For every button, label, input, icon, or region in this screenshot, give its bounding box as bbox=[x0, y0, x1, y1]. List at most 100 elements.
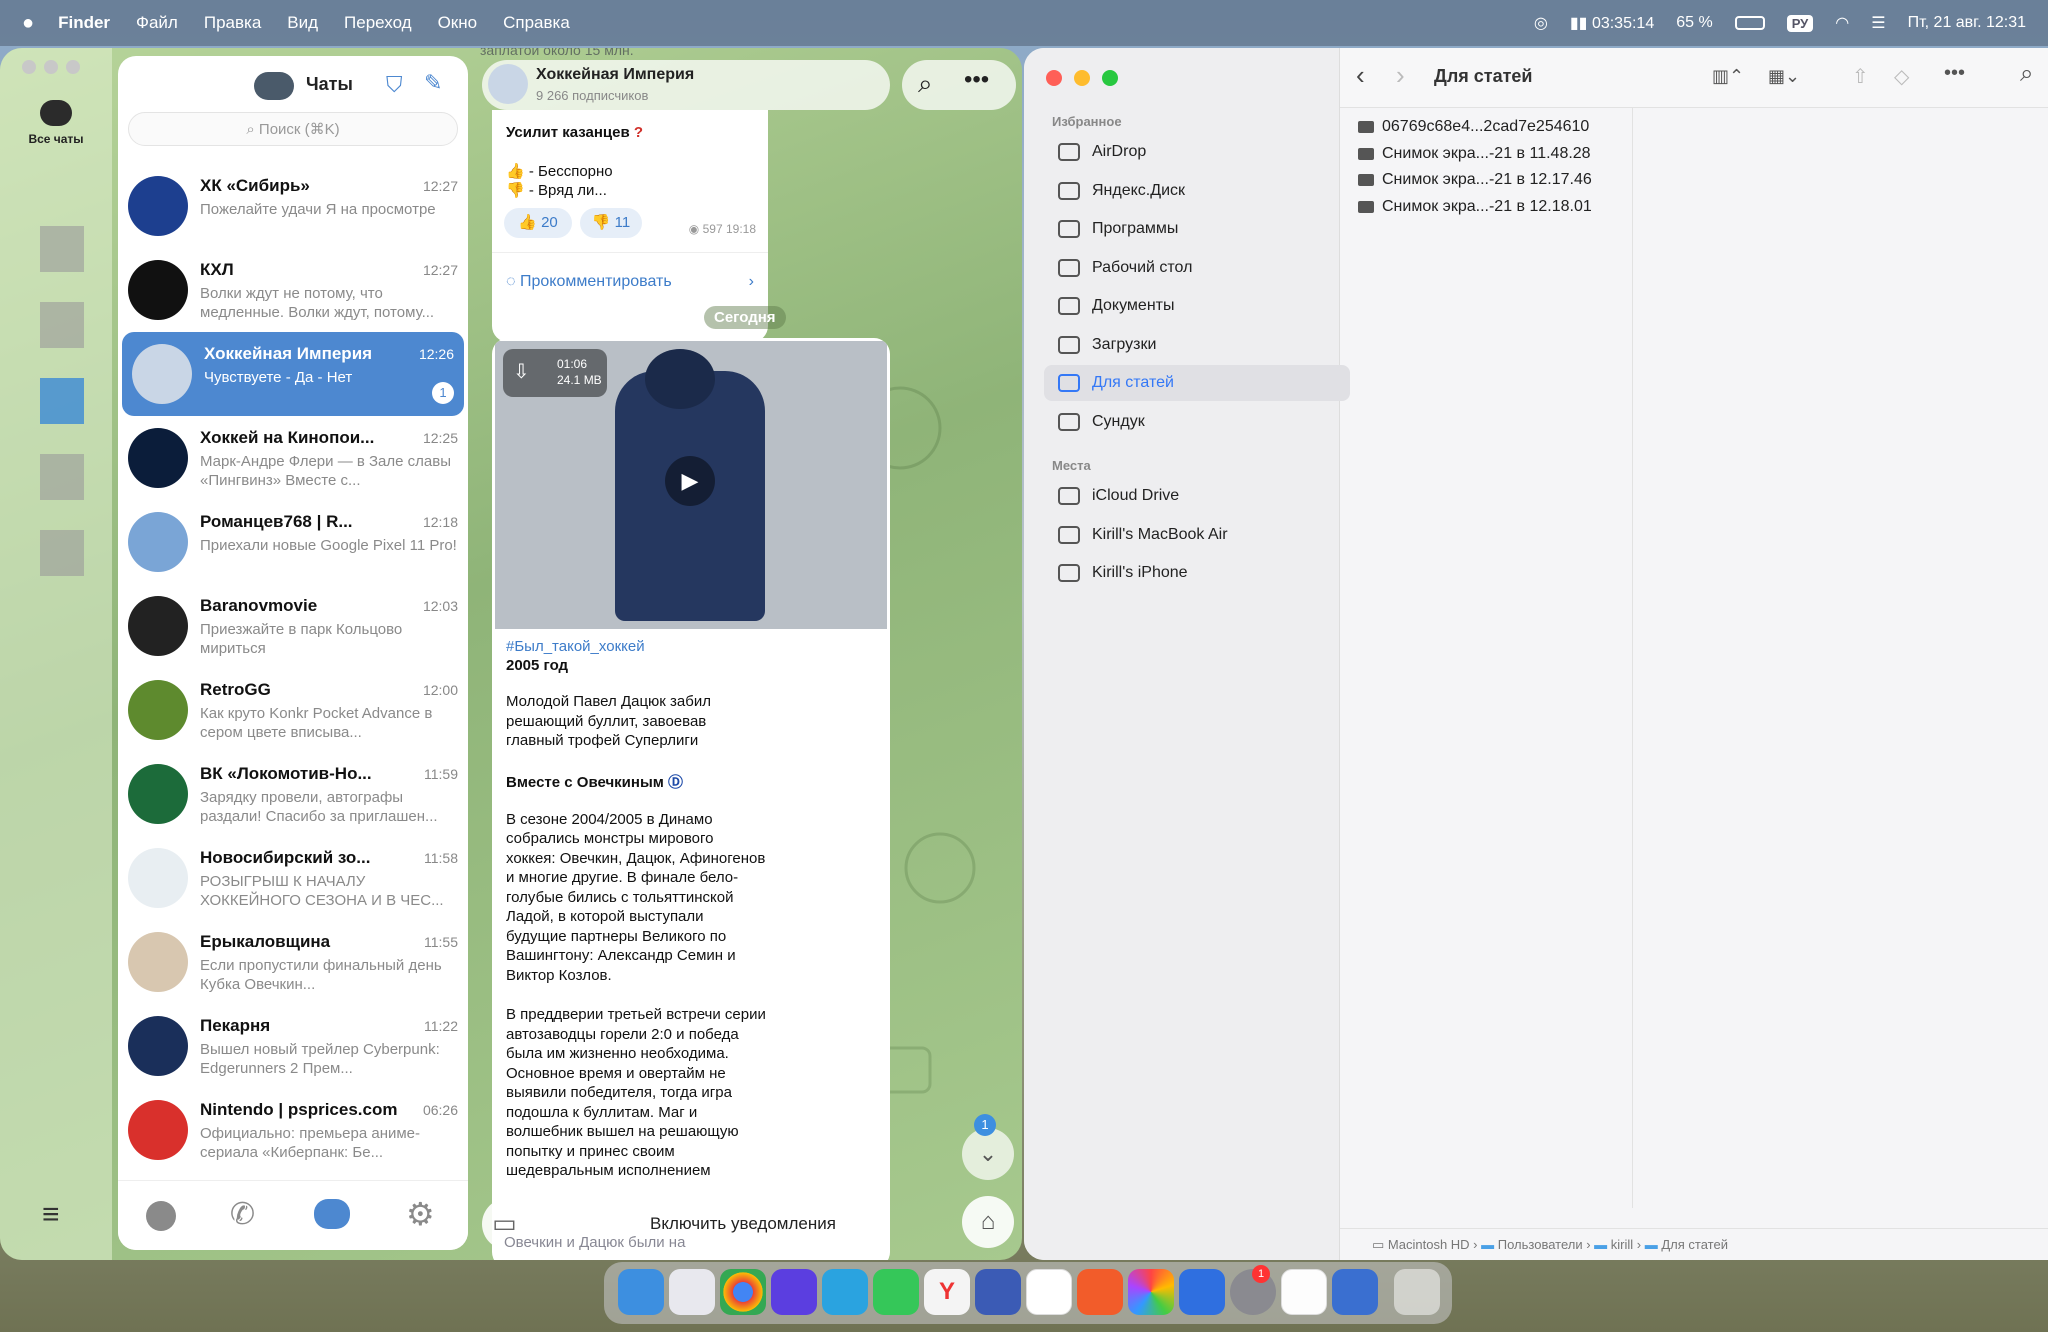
chatgpt-app-icon[interactable] bbox=[1026, 1269, 1072, 1315]
telegram-app-icon[interactable] bbox=[822, 1269, 868, 1315]
more-icon[interactable]: ••• bbox=[964, 66, 989, 94]
folder-item-blurred[interactable] bbox=[40, 530, 84, 576]
menu-help[interactable]: Справка bbox=[503, 13, 570, 33]
chat-row[interactable]: Романцев768 | R... 12:18 Приехали новые Go… bbox=[118, 500, 468, 584]
chat-row[interactable]: Хоккейная Империя 12:26 Чувствуете - Да - … bbox=[122, 332, 464, 416]
yandex-browser-app-icon[interactable]: Y bbox=[924, 1269, 970, 1315]
apple-icon[interactable]: ● bbox=[22, 12, 34, 35]
menu-app-name[interactable]: Finder bbox=[58, 13, 110, 33]
notes-app-icon[interactable] bbox=[975, 1269, 1021, 1315]
battery-time[interactable]: ▮▮ 03:35:14 bbox=[1570, 13, 1654, 33]
close-button[interactable] bbox=[1046, 70, 1062, 86]
chat-row[interactable]: ХК «Сибирь» 12:27 Пожелайте удачи Я на про… bbox=[118, 164, 468, 248]
search-icon[interactable]: ⌕ bbox=[2020, 60, 2033, 88]
chat-row[interactable]: Baranovmovie 12:03 Приезжайте в парк Кольц… bbox=[118, 584, 468, 668]
minimize-button[interactable] bbox=[44, 60, 58, 74]
share-icon[interactable]: ⇧ bbox=[1852, 64, 1869, 89]
path-disk[interactable]: ▭ Macintosh HD bbox=[1372, 1237, 1470, 1252]
column-view-icon[interactable]: ▥⌃ bbox=[1712, 66, 1744, 87]
contacts-tab-icon[interactable] bbox=[146, 1201, 176, 1231]
input-source[interactable]: РУ bbox=[1786, 14, 1814, 32]
video-info-badge[interactable]: ⇩ 01:06 24.1 MB bbox=[503, 349, 607, 397]
channel-header[interactable]: Хоккейная Империя 9 266 подписчиков bbox=[482, 60, 890, 110]
tag-icon[interactable]: ◇ bbox=[1894, 64, 1909, 89]
sidebar-item[interactable]: Документы bbox=[1044, 288, 1350, 324]
discord-app-icon[interactable] bbox=[771, 1269, 817, 1315]
file-item[interactable]: Снимок экра...-21 в 12.18.01 bbox=[1358, 198, 1592, 216]
trash-icon[interactable] bbox=[1394, 1269, 1440, 1315]
settings-sliders-icon[interactable]: ≡ bbox=[42, 1198, 60, 1232]
group-icon[interactable]: ▦⌄ bbox=[1768, 66, 1800, 87]
menu-clock[interactable]: Пт, 21 авг. 12:31 bbox=[1908, 14, 2026, 32]
folder-item-blurred[interactable] bbox=[40, 454, 84, 500]
preview-app-icon[interactable] bbox=[1281, 1269, 1327, 1315]
chat-row[interactable]: ВК «Локомотив-Но... 11:59 Зарядку провели,… bbox=[118, 752, 468, 836]
story-avatars[interactable] bbox=[254, 72, 294, 100]
sidebar-item[interactable]: AirDrop bbox=[1044, 134, 1350, 170]
chat-row[interactable]: Nintendo | psprices.com 06:26 Официально: … bbox=[118, 1088, 468, 1172]
sidebar-item[interactable]: Яндекс.Диск bbox=[1044, 173, 1350, 209]
claude-app-icon[interactable] bbox=[1077, 1269, 1123, 1315]
more-icon[interactable]: ••• bbox=[1944, 62, 1965, 85]
path-current[interactable]: ▬ Для статей bbox=[1645, 1237, 1728, 1252]
menu-go[interactable]: Переход bbox=[344, 13, 412, 33]
path-home[interactable]: ▬ kirill bbox=[1594, 1237, 1633, 1252]
sidebar-item[interactable]: Kirill's iPhone bbox=[1044, 555, 1350, 591]
folder-item-blurred[interactable] bbox=[40, 226, 84, 272]
launchpad-app-icon[interactable] bbox=[669, 1269, 715, 1315]
menu-window[interactable]: Окно bbox=[438, 13, 478, 33]
path-users[interactable]: ▬ Пользователи bbox=[1481, 1237, 1582, 1252]
focus-icon[interactable]: ◎ bbox=[1534, 13, 1548, 33]
folder-item-blurred[interactable] bbox=[40, 302, 84, 348]
forward-chevron-icon[interactable]: › bbox=[1396, 60, 1405, 91]
comment-button[interactable]: ◌ Прокомментировать › bbox=[506, 262, 756, 302]
search-input[interactable]: ⌕ Поиск (⌘K) bbox=[128, 112, 458, 146]
enable-notifications-button[interactable]: Включить уведомления bbox=[650, 1214, 836, 1234]
sidebar-item[interactable]: iCloud Drive bbox=[1044, 478, 1350, 514]
chats-tab-icon[interactable] bbox=[314, 1199, 350, 1229]
zoom-button[interactable] bbox=[66, 60, 80, 74]
file-item[interactable]: Снимок экра...-21 в 12.17.46 bbox=[1358, 171, 1592, 189]
video-thumbnail[interactable]: ▶ ⇩ 01:06 24.1 MB bbox=[495, 341, 887, 629]
menu-file[interactable]: Файл bbox=[136, 13, 178, 33]
folder-item-blurred[interactable] bbox=[40, 378, 84, 424]
menu-view[interactable]: Вид bbox=[287, 13, 318, 33]
minimize-button[interactable] bbox=[1074, 70, 1090, 86]
file-item[interactable]: Снимок экра...-21 в 11.48.28 bbox=[1358, 145, 1591, 163]
downloads-stack-icon[interactable] bbox=[1332, 1269, 1378, 1315]
menu-edit[interactable]: Правка bbox=[204, 13, 261, 33]
folder-all-chats[interactable]: Все чаты bbox=[14, 100, 98, 146]
battery-percent[interactable]: 65 % bbox=[1676, 14, 1712, 32]
scroll-down-button[interactable]: ⌄ bbox=[962, 1128, 1014, 1180]
shield-icon[interactable]: ⛉ bbox=[386, 72, 403, 98]
chat-row[interactable]: Хоккей на Кинопои... 12:25 Марк-Андре Флер… bbox=[118, 416, 468, 500]
chat-row[interactable]: КХЛ 12:27 Волки ждут не потому, что медлен… bbox=[118, 248, 468, 332]
chat-row[interactable]: RetroGG 12:00 Как круто Konkr Pocket Advan… bbox=[118, 668, 468, 752]
sidebar-item[interactable]: Для статей bbox=[1044, 365, 1350, 401]
chat-row[interactable]: Ерыкаловщина 11:55 Если пропустили финальн… bbox=[118, 920, 468, 1004]
photos-app-icon[interactable] bbox=[1128, 1269, 1174, 1315]
settings-tab-icon[interactable]: ⚙ bbox=[406, 1195, 435, 1233]
back-chevron-icon[interactable]: ‹ bbox=[1356, 60, 1365, 91]
reaction-dislike[interactable]: 👎 11 bbox=[580, 208, 642, 238]
calls-tab-icon[interactable]: ✆ bbox=[230, 1197, 255, 1232]
play-icon[interactable]: ▶ bbox=[665, 456, 715, 506]
close-button[interactable] bbox=[22, 60, 36, 74]
gift-icon[interactable]: ⌂ bbox=[962, 1196, 1014, 1248]
compose-icon[interactable]: ✎ bbox=[424, 70, 442, 96]
sidebar-item[interactable]: Kirill's MacBook Air bbox=[1044, 517, 1350, 553]
sidebar-item[interactable]: Сундук bbox=[1044, 404, 1350, 440]
sidebar-item[interactable]: Программы bbox=[1044, 211, 1350, 247]
chat-row[interactable]: Новосибирский зо... 11:58 РОЗЫГРЫШ К НАЧАЛ… bbox=[118, 836, 468, 920]
file-item[interactable]: 06769c68e4...2cad7e254610 bbox=[1358, 118, 1589, 136]
chrome-app-icon[interactable] bbox=[720, 1269, 766, 1315]
control-center-icon[interactable]: ☰ bbox=[1871, 13, 1885, 33]
zoom-button[interactable] bbox=[1102, 70, 1118, 86]
finder-app-icon[interactable] bbox=[618, 1269, 664, 1315]
chat-row[interactable]: Пекарня 11:22 Вышел новый трейлер Cyberpun… bbox=[118, 1004, 468, 1088]
screens-app-icon[interactable] bbox=[1179, 1269, 1225, 1315]
sidebar-item[interactable]: Загрузки bbox=[1044, 327, 1350, 363]
sidebar-item[interactable]: Рабочий стол bbox=[1044, 250, 1350, 286]
reaction-like[interactable]: 👍 20 bbox=[504, 208, 572, 238]
hashtag-link[interactable]: #Был_такой_хоккей bbox=[506, 638, 876, 655]
